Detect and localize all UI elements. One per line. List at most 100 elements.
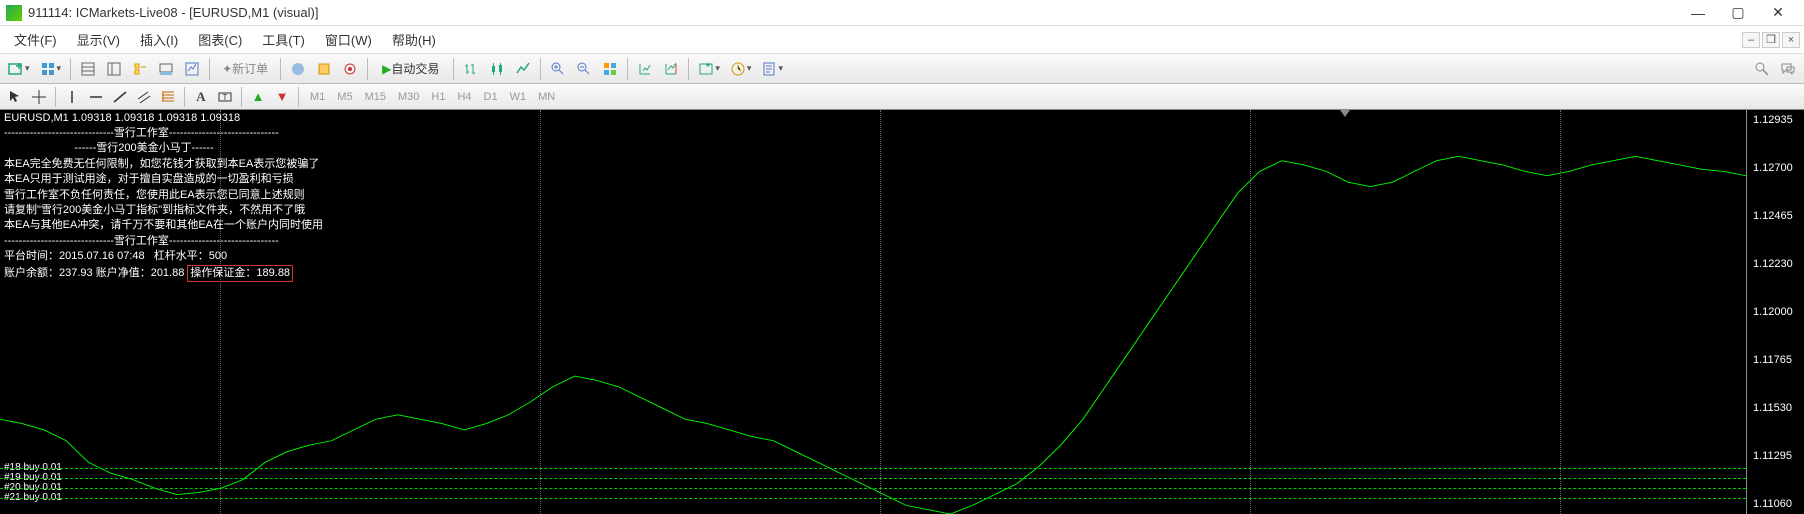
timeframe-mn[interactable]: MN [532,86,561,108]
auto-trading-button[interactable]: ▶ 自动交易 [373,57,448,81]
grid-line [1560,110,1561,514]
chart-area: EURUSD,M1 1.09318 1.09318 1.09318 1.0931… [0,110,1804,514]
drawing-toolbar: A T ▲ ▼ M1M5M15M30H1H4D1W1MN [0,84,1804,110]
menu-tools[interactable]: 工具(T) [252,26,315,53]
line-chart-button[interactable] [511,57,535,81]
menubar: 文件(F) 显示(V) 插入(I) 图表(C) 工具(T) 窗口(W) 帮助(H… [0,26,1804,54]
overlay-line: 本EA只用于测试用途，对于擅自实盘造成的一切盈利和亏损 [4,172,323,187]
trendline-button[interactable] [109,86,131,108]
horizontal-line-button[interactable] [85,86,107,108]
y-tick: 1.11060 [1747,498,1804,510]
y-tick: 1.11295 [1747,450,1804,462]
zoom-in-button[interactable] [546,57,570,81]
timeframe-m15[interactable]: M15 [359,86,392,108]
strategy-tester-button[interactable] [180,57,204,81]
y-tick: 1.12230 [1747,258,1804,270]
templates-button[interactable]: ▾ [757,57,787,81]
timeframe-d1[interactable]: D1 [478,86,504,108]
order-line [0,498,1746,499]
chat-button[interactable] [1776,57,1800,81]
maximize-button[interactable]: ▢ [1718,1,1758,25]
channel-button[interactable] [133,86,155,108]
shift-marker-icon [1340,110,1350,117]
menu-view[interactable]: 显示(V) [67,26,130,53]
overlay-line: 本EA完全免费无任何限制，如您花钱才获取到本EA表示您被骗了 [4,157,323,172]
new-order-button[interactable]: ✦ 新订单 [215,57,275,81]
overlay-line: ------------------------------雪行工作室-----… [4,126,323,141]
menu-insert[interactable]: 插入(I) [130,26,188,53]
market-watch-button[interactable] [76,57,100,81]
y-tick: 1.12465 [1747,210,1804,222]
price-axis: 1.12935 1.12700 1.12465 1.12230 1.12000 1.117… [1746,110,1804,514]
y-tick: 1.12935 [1747,114,1804,126]
mdi-buttons: – ❐ × [1742,32,1800,48]
window-title: 911114: ICMarkets-Live08 - [EURUSD,M1 (v… [28,5,1678,20]
candlestick-button[interactable] [485,57,509,81]
expert-advisors-button[interactable] [312,57,336,81]
auto-trading-label: 自动交易 [391,60,439,77]
arrow-up-icon[interactable]: ▲ [247,86,269,108]
data-window-button[interactable] [102,57,126,81]
y-tick: 1.11765 [1747,354,1804,366]
order-line [0,488,1746,489]
timeframe-h4[interactable]: H4 [451,86,477,108]
new-order-label: 新订单 [232,60,268,77]
mdi-minimize-button[interactable]: – [1742,32,1760,48]
mdi-close-button[interactable]: × [1782,32,1800,48]
overlay-line: 请复制"雪行200美金小马丁指标"到指标文件夹，不然用不了哦 [4,203,323,218]
order-line [0,478,1746,479]
svg-text:T: T [223,93,228,102]
timeframe-w1[interactable]: W1 [504,86,533,108]
ohlc-label: EURUSD,M1 1.09318 1.09318 1.09318 1.0931… [4,112,240,124]
ea-info-overlay: ------------------------------雪行工作室-----… [4,126,323,282]
minimize-button[interactable]: — [1678,1,1718,25]
metaquotes-button[interactable] [286,57,310,81]
grid-line [540,110,541,514]
overlay-line: 平台时间：2015.07.16 07:48 杠杆水平：500 [4,249,323,264]
app-icon [6,5,22,21]
timeframe-m30[interactable]: M30 [392,86,425,108]
timeframe-m5[interactable]: M5 [331,86,358,108]
overlay-line: ------雪行200美金小马丁------ [4,141,323,156]
periodicity-button[interactable]: ▾ [726,57,756,81]
search-button[interactable] [1750,57,1774,81]
profiles-button[interactable]: ▾ [36,57,66,81]
grid-line [1250,110,1251,514]
bar-chart-button[interactable] [459,57,483,81]
menu-help[interactable]: 帮助(H) [382,26,446,53]
order-line [0,468,1746,469]
fibonacci-button[interactable] [157,86,179,108]
tile-windows-button[interactable] [598,57,622,81]
titlebar: 911114: ICMarkets-Live08 - [EURUSD,M1 (v… [0,0,1804,26]
zoom-out-button[interactable] [572,57,596,81]
mdi-restore-button[interactable]: ❐ [1762,32,1780,48]
menu-window[interactable]: 窗口(W) [315,26,382,53]
close-button[interactable]: ✕ [1758,1,1798,25]
new-chart-button[interactable]: ▾ [4,57,34,81]
cursor-button[interactable] [4,86,26,108]
text-button[interactable]: A [190,86,212,108]
crosshair-button[interactable] [28,86,50,108]
menu-chart[interactable]: 图表(C) [188,26,252,53]
options-button[interactable] [338,57,362,81]
terminal-button[interactable] [154,57,178,81]
y-tick: 1.11530 [1747,402,1804,414]
navigator-button[interactable] [128,57,152,81]
menu-file[interactable]: 文件(F) [4,26,67,53]
price-chart[interactable]: EURUSD,M1 1.09318 1.09318 1.09318 1.0931… [0,110,1746,514]
y-tick: 1.12000 [1747,306,1804,318]
indicators-button[interactable]: ▾ [694,57,724,81]
account-line: 账户余额：237.93 账户净值：201.88 操作保证金：189.88 [4,265,323,282]
overlay-line: 雪行工作室不负任何责任，您使用此EA表示您已同意上述规则 [4,188,323,203]
y-tick: 1.12700 [1747,162,1804,174]
arrow-down-icon[interactable]: ▼ [271,86,293,108]
timeframe-h1[interactable]: H1 [425,86,451,108]
overlay-line: 本EA与其他EA冲突，请千万不要和其他EA在一个账户内同时使用 [4,218,323,233]
timeframe-m1[interactable]: M1 [304,86,331,108]
overlay-line: ------------------------------雪行工作室-----… [4,234,323,249]
main-toolbar: ▾ ▾ ✦ 新订单 ▶ 自动交易 ▾ ▾ ▾ [0,54,1804,84]
shift-end-button[interactable] [633,57,657,81]
text-label-button[interactable]: T [214,86,236,108]
auto-scroll-button[interactable] [659,57,683,81]
vertical-line-button[interactable] [61,86,83,108]
